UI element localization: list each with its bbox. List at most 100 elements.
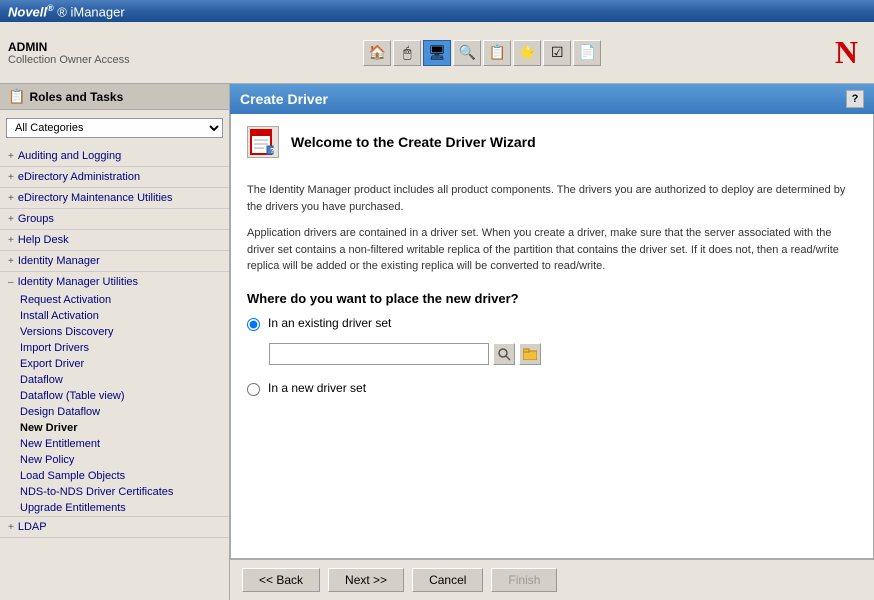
expand-icon-ldap: + (8, 522, 14, 533)
sidebar-item-new-policy[interactable]: New Policy (0, 452, 229, 468)
roles-tasks-icon: 📋 (8, 88, 25, 105)
radio-new-driver-set[interactable] (247, 383, 260, 396)
sidebar-category-label-ldap: LDAP (18, 521, 47, 533)
sidebar-item-versions-discovery[interactable]: Versions Discovery (0, 324, 229, 340)
roles-tasks-label: Roles and Tasks (29, 90, 123, 104)
sidebar-item-install-activation[interactable]: Install Activation (0, 308, 229, 324)
wizard-title: Welcome to the Create Driver Wizard (291, 134, 536, 150)
help-icon[interactable]: ? (846, 90, 864, 108)
novell-logo: N (835, 34, 866, 71)
browse-folder-icon[interactable] (519, 343, 541, 365)
driver-set-input-row (269, 343, 857, 365)
sidebar-category-label-auditing: Auditing and Logging (18, 150, 121, 162)
sidebar-category-label-identity-manager-utilities: Identity Manager Utilities (18, 276, 138, 288)
sidebar-category-groups: + Groups (0, 209, 229, 230)
svg-text:?: ? (270, 148, 274, 155)
sidebar-item-new-driver[interactable]: New Driver (0, 420, 229, 436)
panel-header: Create Driver ? (230, 84, 874, 114)
sidebar-category-help-desk: + Help Desk (0, 230, 229, 251)
toolbar-icons: 🏠 🖱 🖥 🔍 📋 ⭐ ☑ 📄 (363, 40, 601, 66)
expand-icon-groups: + (8, 214, 14, 225)
admin-label: ADMIN (8, 40, 130, 54)
roles-tasks-header: 📋 Roles and Tasks (0, 84, 229, 110)
access-label: Collection Owner Access (8, 54, 130, 66)
driver-set-input[interactable] (269, 343, 489, 365)
sidebar-item-dataflow-table[interactable]: Dataflow (Table view) (0, 388, 229, 404)
expand-icon-edirectory-admin: + (8, 172, 14, 183)
sidebar-category-auditing: + Auditing and Logging (0, 146, 229, 167)
create-driver-panel: Create Driver ? ? (230, 84, 874, 600)
app-title: Novell® ® iManager (8, 3, 125, 19)
next-button[interactable]: Next >> (328, 568, 404, 592)
imanager-text: ® iManager (57, 4, 124, 19)
radio-option-existing: In an existing driver set (247, 316, 857, 331)
sidebar-item-upgrade-entitlements[interactable]: Upgrade Entitlements (0, 500, 229, 516)
sidebar-category-label-edirectory-admin: eDirectory Administration (18, 171, 140, 183)
toolbar-search-icon[interactable]: 🔍 (453, 40, 481, 66)
cancel-button[interactable]: Cancel (412, 568, 483, 592)
search-browse-icon[interactable] (493, 343, 515, 365)
sidebar-category-label-identity-manager: Identity Manager (18, 255, 100, 267)
sidebar-category-header-identity-manager-utilities[interactable]: – Identity Manager Utilities (0, 272, 229, 292)
dropdown-area[interactable]: All Categories (0, 110, 229, 146)
sidebar-category-header-groups[interactable]: + Groups (0, 209, 229, 229)
sidebar-item-nds-to-nds[interactable]: NDS-to-NDS Driver Certificates (0, 484, 229, 500)
toolbar-monitor-icon[interactable]: 🖥 (423, 40, 451, 66)
sidebar-category-ldap: + LDAP (0, 517, 229, 538)
toolbar-home-icon[interactable]: 🏠 (363, 40, 391, 66)
admin-bar: ADMIN Collection Owner Access 🏠 🖱 🖥 🔍 📋 … (0, 22, 874, 84)
wizard-question: Where do you want to place the new drive… (247, 291, 857, 306)
wizard-icon: ? (247, 126, 279, 158)
sidebar-item-export-driver[interactable]: Export Driver (0, 356, 229, 372)
sidebar-category-header-auditing[interactable]: + Auditing and Logging (0, 146, 229, 166)
admin-info: ADMIN Collection Owner Access (8, 40, 130, 66)
sidebar-category-header-edirectory-admin[interactable]: + eDirectory Administration (0, 167, 229, 187)
sidebar-category-identity-manager: + Identity Manager (0, 251, 229, 272)
sidebar-item-new-entitlement[interactable]: New Entitlement (0, 436, 229, 452)
sidebar-category-label-groups: Groups (18, 213, 54, 225)
panel-body: ? Welcome to the Create Driver Wizard Th… (230, 114, 874, 559)
content-area: Create Driver ? ? (230, 84, 874, 600)
sidebar-category-header-ldap[interactable]: + LDAP (0, 517, 229, 537)
toolbar-check-icon[interactable]: ☑ (543, 40, 571, 66)
sidebar-category-edirectory-maint: + eDirectory Maintenance Utilities (0, 188, 229, 209)
sidebar-item-design-dataflow[interactable]: Design Dataflow (0, 404, 229, 420)
sidebar-item-request-activation[interactable]: Request Activation (0, 292, 229, 308)
expand-icon-identity-manager-utilities: – (8, 277, 14, 288)
sidebar-category-label-help-desk: Help Desk (18, 234, 69, 246)
sidebar-category-header-help-desk[interactable]: + Help Desk (0, 230, 229, 250)
sidebar-sub-items-identity-manager-utilities: Request Activation Install Activation Ve… (0, 292, 229, 516)
novell-text: Novell (8, 4, 47, 19)
sidebar-category-header-edirectory-maint[interactable]: + eDirectory Maintenance Utilities (0, 188, 229, 208)
category-dropdown[interactable]: All Categories (6, 118, 223, 138)
back-button[interactable]: << Back (242, 568, 320, 592)
sidebar-item-dataflow[interactable]: Dataflow (0, 372, 229, 388)
radio-label-existing[interactable]: In an existing driver set (268, 316, 391, 330)
top-bar: Novell® ® iManager (0, 0, 874, 22)
expand-icon-identity-manager: + (8, 256, 14, 267)
sidebar-category-edirectory-admin: + eDirectory Administration (0, 167, 229, 188)
toolbar-star-icon[interactable]: ⭐ (513, 40, 541, 66)
expand-icon-help-desk: + (8, 235, 14, 246)
toolbar-clipboard-icon[interactable]: 📋 (483, 40, 511, 66)
wizard-header: ? Welcome to the Create Driver Wizard (247, 126, 857, 166)
sidebar-category-identity-manager-utilities: – Identity Manager Utilities Request Act… (0, 272, 229, 517)
finish-button[interactable]: Finish (491, 568, 557, 592)
description1: The Identity Manager product includes al… (247, 182, 857, 215)
bottom-buttons: << Back Next >> Cancel Finish (230, 559, 874, 600)
toolbar-cursor-icon[interactable]: 🖱 (393, 40, 421, 66)
radio-option-new: In a new driver set (247, 381, 857, 396)
description2: Application drivers are contained in a d… (247, 225, 857, 275)
expand-icon-edirectory-maint: + (8, 193, 14, 204)
sidebar-item-import-drivers[interactable]: Import Drivers (0, 340, 229, 356)
radio-label-new[interactable]: In a new driver set (268, 381, 366, 395)
panel-title: Create Driver (240, 91, 328, 107)
sidebar: 📋 Roles and Tasks All Categories + Audit… (0, 84, 230, 600)
sidebar-category-header-identity-manager[interactable]: + Identity Manager (0, 251, 229, 271)
sidebar-category-label-edirectory-maint: eDirectory Maintenance Utilities (18, 192, 173, 204)
main-layout: 📋 Roles and Tasks All Categories + Audit… (0, 84, 874, 600)
toolbar-doc-icon[interactable]: 📄 (573, 40, 601, 66)
sidebar-item-load-sample-objects[interactable]: Load Sample Objects (0, 468, 229, 484)
expand-icon: + (8, 151, 14, 162)
radio-existing-driver-set[interactable] (247, 318, 260, 331)
